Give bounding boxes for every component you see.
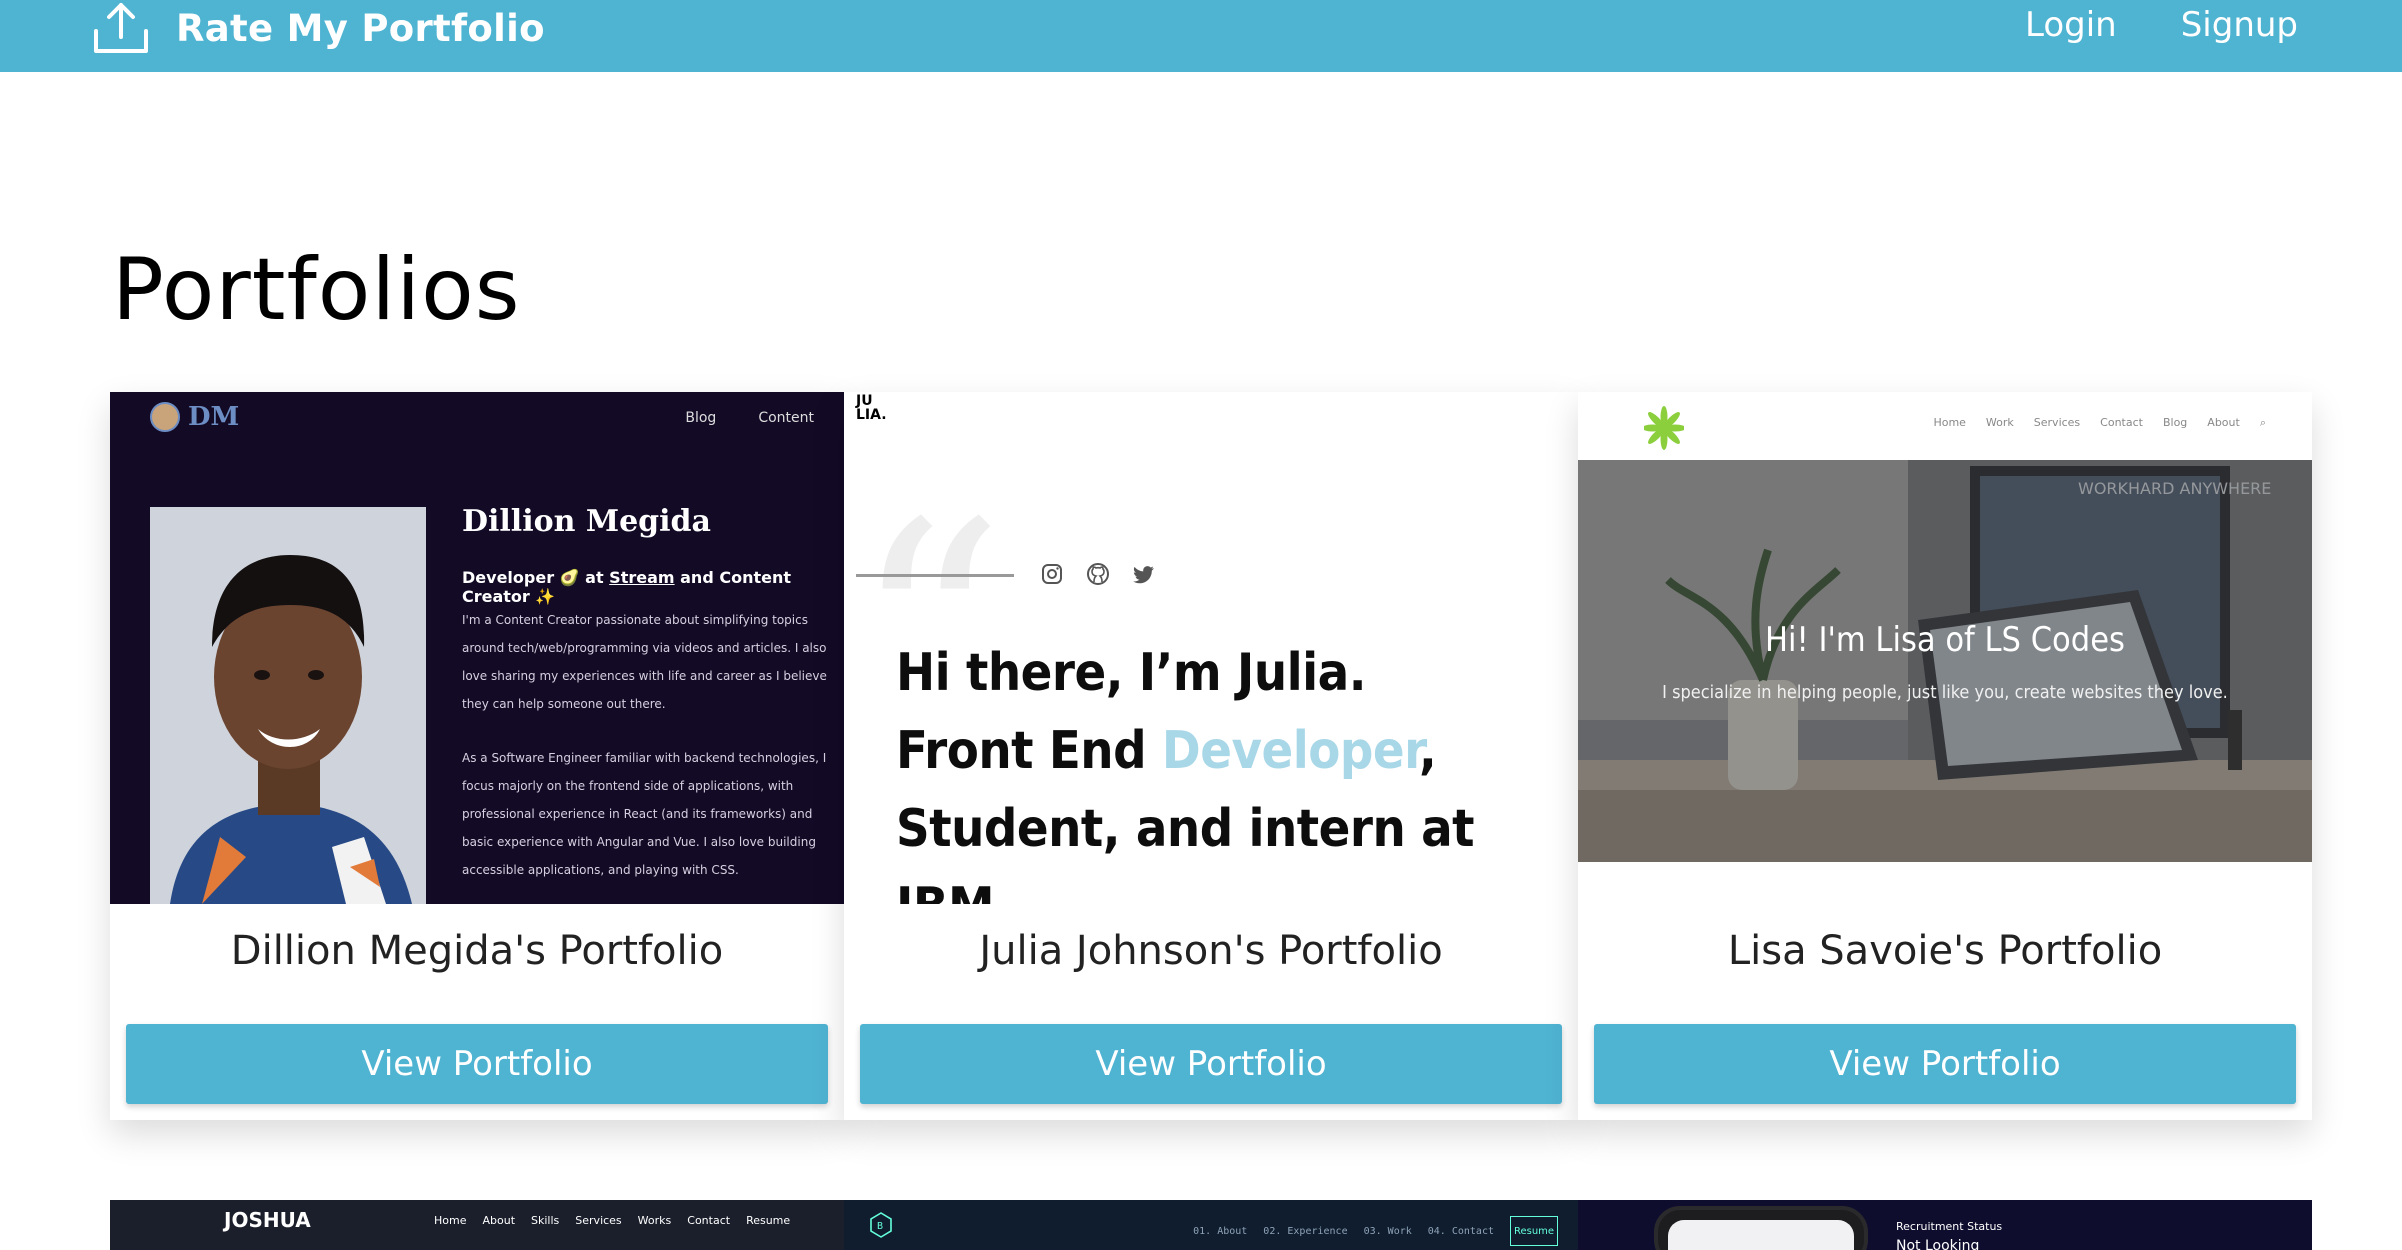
- hero-photo: WORKHARD ANYWHERE Hi! I'm Lisa of LS Cod…: [1578, 460, 2312, 862]
- preview-menu: 01. About 02. Experience 03. Work 04. Co…: [1193, 1226, 1494, 1237]
- hero-line: Student, and intern at IBM.: [896, 799, 1475, 904]
- divider: [856, 574, 1014, 577]
- preview-resume-button: Resume: [1510, 1216, 1558, 1246]
- preview-menu-item: Resume: [746, 1214, 791, 1227]
- portfolio-card[interactable]: B 01. About 02. Experience 03. Work 04. …: [844, 1200, 1578, 1250]
- recruitment-status-value: Not Looking: [1896, 1238, 1980, 1250]
- preview-menu-item: About: [2207, 416, 2240, 429]
- preview-menu-item: Home: [1933, 416, 1966, 429]
- portfolio-title: Julia Johnson's Portfolio: [979, 928, 1443, 974]
- portfolio-card: JU LIA. “ Hi there, I’m Julia. Front End…: [844, 392, 1578, 1120]
- preview-logo-text: DM: [188, 402, 240, 432]
- social-icons: [1040, 562, 1156, 586]
- preview-menu: Blog Content: [685, 410, 814, 426]
- twitter-icon: [1133, 566, 1154, 584]
- hexagon-logo-icon: B: [870, 1212, 892, 1238]
- preview-hero-title: Hi! I'm Lisa of LS Codes: [1765, 620, 2125, 660]
- preview-logo: JU LIA.: [856, 394, 887, 422]
- preview-name: Dillion Megida: [462, 504, 711, 539]
- view-portfolio-button[interactable]: View Portfolio: [860, 1024, 1562, 1104]
- portfolio-preview-image[interactable]: Home Work Services Contact Blog About ⌕ …: [1578, 392, 2312, 904]
- portfolio-title: Lisa Savoie's Portfolio: [1727, 928, 2163, 974]
- phone-screen: [1668, 1220, 1854, 1250]
- preview-menu-item: Works: [637, 1214, 672, 1227]
- preview-paragraph: I'm a Content Creator passionate about s…: [462, 613, 827, 711]
- person-illustration: [150, 507, 426, 904]
- phone-mockup: [1654, 1206, 1868, 1250]
- portfolio-preview-image[interactable]: JU LIA. “ Hi there, I’m Julia. Front End…: [844, 392, 1578, 904]
- brand-title: Rate My Portfolio: [176, 6, 545, 50]
- portfolio-card: Home Work Services Contact Blog About ⌕ …: [1578, 392, 2312, 1120]
- desk-scene: WORKHARD ANYWHERE: [1578, 460, 2312, 862]
- upload-icon: [94, 3, 148, 53]
- preview-menu-item: Skills: [531, 1214, 560, 1227]
- preview-hero-text: Hi there, I’m Julia. Front End Developer…: [896, 634, 1578, 904]
- hero-line: Front End Developer,: [896, 712, 1578, 790]
- navbar: Rate My Portfolio Login Signup: [0, 0, 2402, 72]
- preview-role-prefix: Developer 🥑 at: [462, 568, 610, 587]
- nav-links: Login Signup: [2025, 0, 2298, 50]
- preview-menu-item: 01. About: [1193, 1226, 1248, 1237]
- github-icon: [1087, 563, 1109, 585]
- portfolio-preview-image[interactable]: DM Blog Content Dillion Megida Developer…: [110, 392, 844, 904]
- preview-menu-item: Services: [2033, 416, 2081, 429]
- portfolio-card: DM Blog Content Dillion Megida Developer…: [110, 392, 844, 1120]
- hero-highlight: Developer: [1161, 721, 1420, 781]
- preview-paragraph: As a Software Engineer familiar with bac…: [462, 751, 827, 877]
- preview-menu-item: Blog: [2162, 416, 2188, 429]
- portfolio-title: Dillion Megida's Portfolio: [230, 928, 724, 974]
- instagram-icon: [1042, 564, 1062, 584]
- page-title: Portfolios: [112, 240, 521, 340]
- preview-logo: DM: [150, 402, 239, 432]
- login-link[interactable]: Login: [2025, 5, 2117, 45]
- preview-role-link: Stream: [609, 568, 675, 587]
- preview-logo-line: LIA.: [856, 407, 887, 423]
- flower-logo-icon: [1644, 406, 1684, 450]
- preview-menu-item: Blog: [685, 410, 717, 426]
- view-portfolio-button[interactable]: View Portfolio: [126, 1024, 828, 1104]
- preview-topbar: Home Work Services Contact Blog About ⌕: [1578, 392, 2312, 460]
- hero-line-prefix: Front End: [896, 721, 1162, 781]
- signup-link[interactable]: Signup: [2181, 5, 2298, 45]
- preview-menu: Home Work Services Contact Blog About ⌕: [1933, 416, 2266, 430]
- preview-menu-item: Contact: [2100, 416, 2143, 429]
- search-icon: ⌕: [2259, 416, 2266, 429]
- preview-menu: Home About Skills Services Works Contact…: [434, 1214, 790, 1227]
- brand[interactable]: Rate My Portfolio: [92, 0, 545, 56]
- preview-menu-item: Services: [575, 1214, 622, 1227]
- hero-line-suffix: ,: [1419, 721, 1437, 781]
- recruitment-status-label: Recruitment Status: [1896, 1220, 2003, 1233]
- hexagon-logo-letter: B: [877, 1221, 883, 1232]
- avatar: [150, 402, 180, 432]
- preview-menu-item: 03. Work: [1363, 1226, 1412, 1237]
- profile-photo: [150, 507, 426, 904]
- preview-menu-item: Work: [1985, 416, 2014, 429]
- preview-logo: JOSHUA: [224, 1208, 311, 1232]
- preview-hero-subtitle: I specialize in helping people, just lik…: [1662, 682, 2228, 703]
- portfolio-card[interactable]: Recruitment Status Not Looking: [1578, 1200, 2312, 1250]
- preview-menu-item: About: [482, 1214, 516, 1227]
- preview-menu-item: Contact: [687, 1214, 731, 1227]
- preview-menu-item: 04. Contact: [1427, 1226, 1494, 1237]
- preview-logo-line: JU: [856, 393, 873, 409]
- preview-menu-item: Content: [758, 410, 814, 426]
- portfolio-card[interactable]: JOSHUA Home About Skills Services Works …: [110, 1200, 844, 1250]
- preview-menu-item: 02. Experience: [1263, 1226, 1348, 1237]
- view-portfolio-button[interactable]: View Portfolio: [1594, 1024, 2296, 1104]
- preview-menu-item: Home: [434, 1214, 467, 1227]
- hero-line: Hi there, I’m Julia.: [896, 643, 1367, 703]
- preview-role: Developer 🥑 at Stream and Content Creato…: [462, 568, 844, 606]
